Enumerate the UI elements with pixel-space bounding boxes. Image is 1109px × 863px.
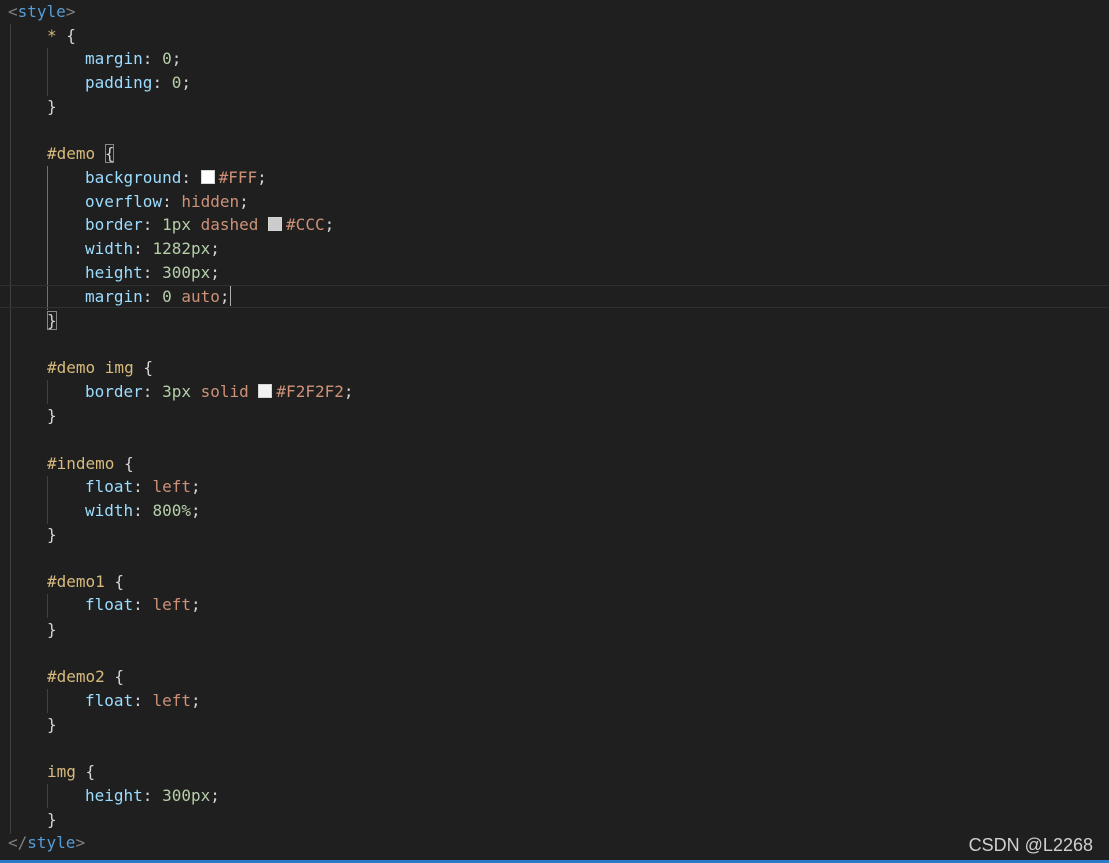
tag-bracket: > xyxy=(75,833,86,852)
code-line[interactable]: height: 300px; xyxy=(85,784,220,808)
code-line[interactable]: float: left; xyxy=(85,689,201,713)
code-line[interactable]: overflow: hidden; xyxy=(85,190,249,214)
css-property: height xyxy=(85,786,143,805)
css-property: overflow xyxy=(85,192,163,211)
code-editor[interactable]: <style> * { margin: 0; padding: 0; } #de… xyxy=(0,0,1109,863)
css-value: 0 xyxy=(162,49,172,68)
css-value: auto xyxy=(181,287,220,306)
css-selector: * xyxy=(47,26,57,45)
code-line[interactable]: margin: 0; xyxy=(85,47,181,71)
code-line[interactable]: } xyxy=(47,309,57,333)
css-value: 3px xyxy=(162,382,191,401)
css-value: 1px xyxy=(162,215,191,234)
code-line[interactable]: padding: 0; xyxy=(85,71,191,95)
code-line[interactable]: height: 300px; xyxy=(85,261,220,285)
code-line[interactable]: border: 3px solid #F2F2F2; xyxy=(85,380,354,404)
css-value: left xyxy=(152,477,191,496)
tag-name: style xyxy=(17,2,66,21)
css-value: 0 xyxy=(162,287,172,306)
code-line[interactable]: margin: 0 auto; xyxy=(85,285,231,309)
code-line[interactable]: #demo img { xyxy=(47,356,153,380)
indent-guide xyxy=(47,380,48,404)
code-line[interactable]: } xyxy=(47,808,57,832)
tag-bracket: </ xyxy=(8,833,28,852)
tag-bracket: < xyxy=(8,2,18,21)
css-property: width xyxy=(85,501,134,520)
css-value: 300px xyxy=(162,786,211,805)
css-property: float xyxy=(85,691,134,710)
code-line[interactable]: #indemo { xyxy=(47,452,134,476)
code-line[interactable]: background: #FFF; xyxy=(85,166,267,190)
indent-guide xyxy=(47,594,48,618)
css-property: width xyxy=(85,239,134,258)
css-selector: #demo img xyxy=(47,358,134,377)
code-line[interactable]: #demo1 { xyxy=(47,570,124,594)
css-property: border xyxy=(85,215,143,234)
code-line[interactable]: float: left; xyxy=(85,475,201,499)
code-line[interactable]: <style> xyxy=(8,0,75,24)
color-swatch-icon[interactable] xyxy=(258,384,273,398)
css-property: background xyxy=(85,168,182,187)
indent-guide xyxy=(47,784,48,808)
css-selector: img xyxy=(47,762,76,781)
css-value: #CCC xyxy=(286,215,325,234)
watermark: CSDN @L2268 xyxy=(968,835,1093,855)
matched-brace: { xyxy=(104,144,115,163)
code-line[interactable]: } xyxy=(47,713,57,737)
color-swatch-icon[interactable] xyxy=(268,217,283,231)
code-line[interactable]: float: left; xyxy=(85,593,201,617)
css-value: #FFF xyxy=(218,168,258,187)
css-property: border xyxy=(85,382,143,401)
code-line[interactable]: </style> xyxy=(8,831,85,855)
indent-guide xyxy=(47,48,48,96)
text-cursor xyxy=(229,286,231,306)
color-swatch-icon[interactable] xyxy=(200,170,215,184)
indent-guide xyxy=(10,24,11,834)
css-selector: #demo1 xyxy=(47,572,105,591)
css-selector: #indemo xyxy=(47,454,115,473)
code-line[interactable]: img { xyxy=(47,760,95,784)
css-value: left xyxy=(152,691,191,710)
tag-name: style xyxy=(27,833,76,852)
css-value: #F2F2F2 xyxy=(276,382,344,401)
css-value: 1282px xyxy=(152,239,211,258)
css-selector: #demo2 xyxy=(47,667,105,686)
css-value: hidden xyxy=(181,192,240,211)
css-property: height xyxy=(85,263,143,282)
code-line[interactable]: #demo { xyxy=(47,142,115,166)
css-value: 0 xyxy=(171,73,182,92)
indent-guide xyxy=(47,476,48,524)
css-property: margin xyxy=(85,287,143,306)
css-property: float xyxy=(85,595,134,614)
code-line[interactable]: #demo2 { xyxy=(47,665,124,689)
code-line[interactable]: * { xyxy=(47,24,76,48)
tag-bracket: > xyxy=(65,2,76,21)
css-property: padding xyxy=(85,73,153,92)
css-value: left xyxy=(152,595,191,614)
css-value: 300px xyxy=(162,263,211,282)
matched-brace: } xyxy=(47,311,57,330)
indent-guide xyxy=(47,689,48,713)
code-line[interactable]: } xyxy=(47,404,57,428)
css-value: 800% xyxy=(152,501,191,520)
code-line[interactable]: border: 1px dashed #CCC; xyxy=(85,213,334,237)
code-line[interactable]: } xyxy=(47,95,57,119)
code-line[interactable]: } xyxy=(47,618,57,642)
css-value: dashed xyxy=(200,215,259,234)
code-line[interactable]: width: 800%; xyxy=(85,499,201,523)
css-property: margin xyxy=(85,49,143,68)
code-line[interactable]: } xyxy=(47,523,57,547)
css-value: solid xyxy=(200,382,249,401)
css-property: float xyxy=(85,477,134,496)
code-line[interactable]: width: 1282px; xyxy=(85,237,220,261)
css-selector: #demo xyxy=(47,144,96,163)
